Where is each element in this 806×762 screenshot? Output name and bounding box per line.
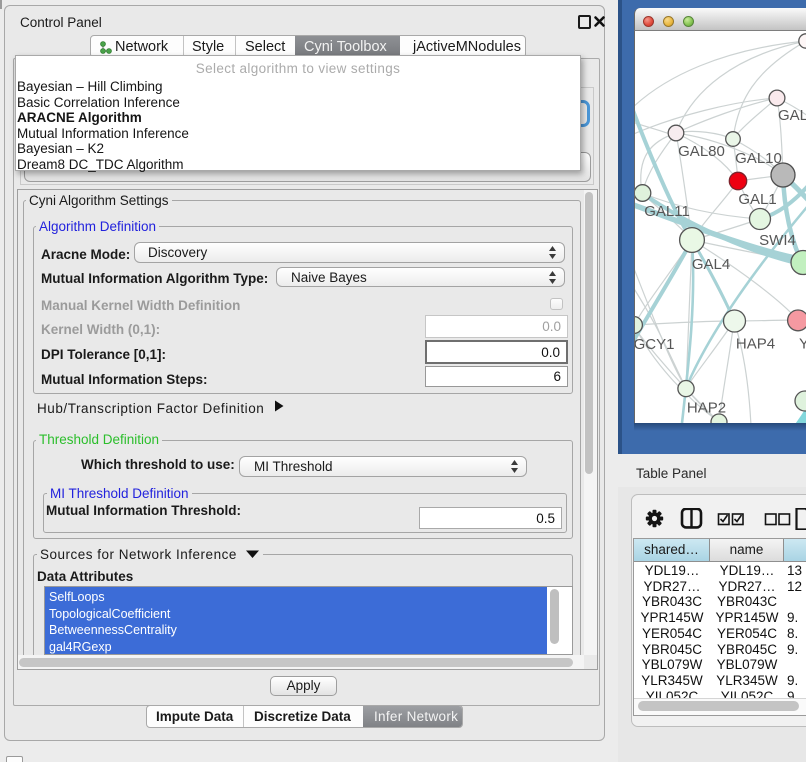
- svg-text:HAP4: HAP4: [736, 336, 775, 353]
- svg-text:GAL4: GAL4: [692, 256, 730, 273]
- svg-text:HAP2: HAP2: [687, 400, 726, 417]
- svg-text:GAL80: GAL80: [678, 143, 725, 160]
- svg-text:GAL11: GAL11: [644, 203, 690, 220]
- svg-text:GAL10: GAL10: [735, 150, 782, 167]
- svg-text:GAL1: GAL1: [738, 191, 776, 208]
- svg-text:GCY1: GCY1: [635, 336, 674, 353]
- svg-text:YE: YE: [799, 336, 806, 353]
- svg-text:GAL7: GAL7: [778, 107, 806, 124]
- svg-text:SWI4: SWI4: [759, 232, 796, 249]
